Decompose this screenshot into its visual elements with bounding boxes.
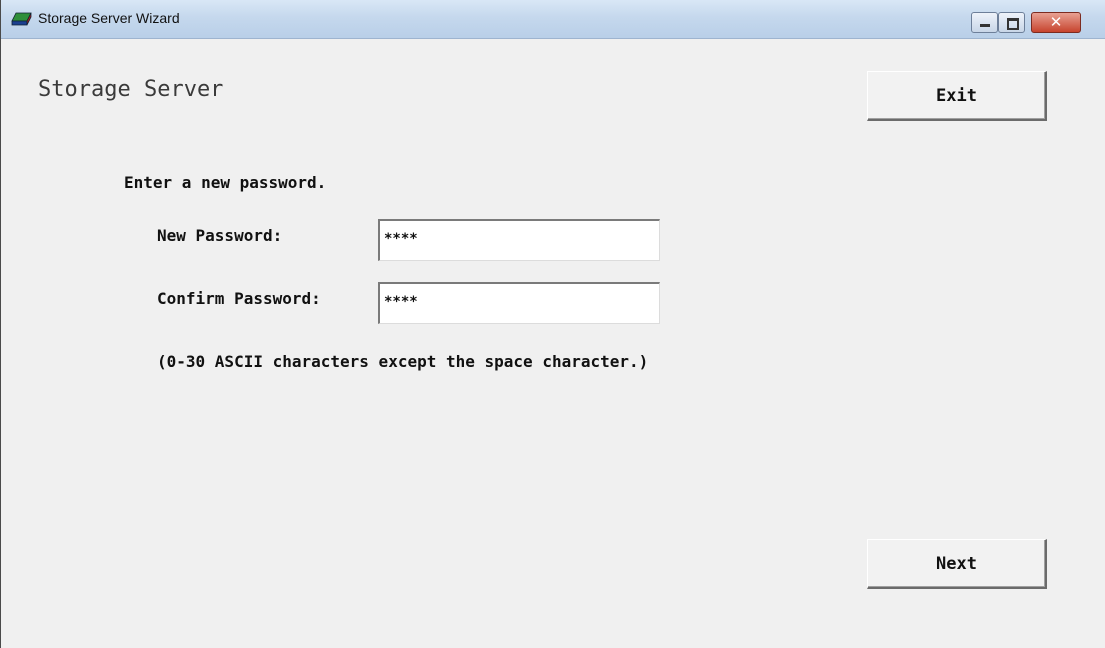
next-button[interactable]: Next xyxy=(867,539,1047,589)
exit-button[interactable]: Exit xyxy=(867,71,1047,121)
confirm-password-label: Confirm Password: xyxy=(157,289,321,308)
page-title: Storage Server xyxy=(38,77,224,102)
password-hint: (0-30 ASCII characters except the space … xyxy=(157,352,649,371)
new-password-label: New Password: xyxy=(157,226,283,245)
instruction-text: Enter a new password. xyxy=(124,173,327,192)
wizard-content: Storage Server Exit Enter a new password… xyxy=(1,39,1105,648)
title-bar[interactable]: Storage Server Wizard ✕ xyxy=(1,0,1105,39)
minimize-icon xyxy=(980,24,990,27)
new-password-field[interactable]: **** xyxy=(378,219,660,261)
maximize-icon xyxy=(1007,18,1019,30)
minimize-button[interactable] xyxy=(971,12,998,33)
confirm-password-field[interactable]: **** xyxy=(378,282,660,324)
maximize-button[interactable] xyxy=(998,12,1025,33)
wizard-window: Storage Server Wizard ✕ Storage Server E… xyxy=(0,0,1105,648)
storage-drive-icon xyxy=(11,12,32,26)
close-button[interactable]: ✕ xyxy=(1031,12,1081,33)
window-title: Storage Server Wizard xyxy=(38,10,180,26)
close-icon: ✕ xyxy=(1049,13,1063,31)
